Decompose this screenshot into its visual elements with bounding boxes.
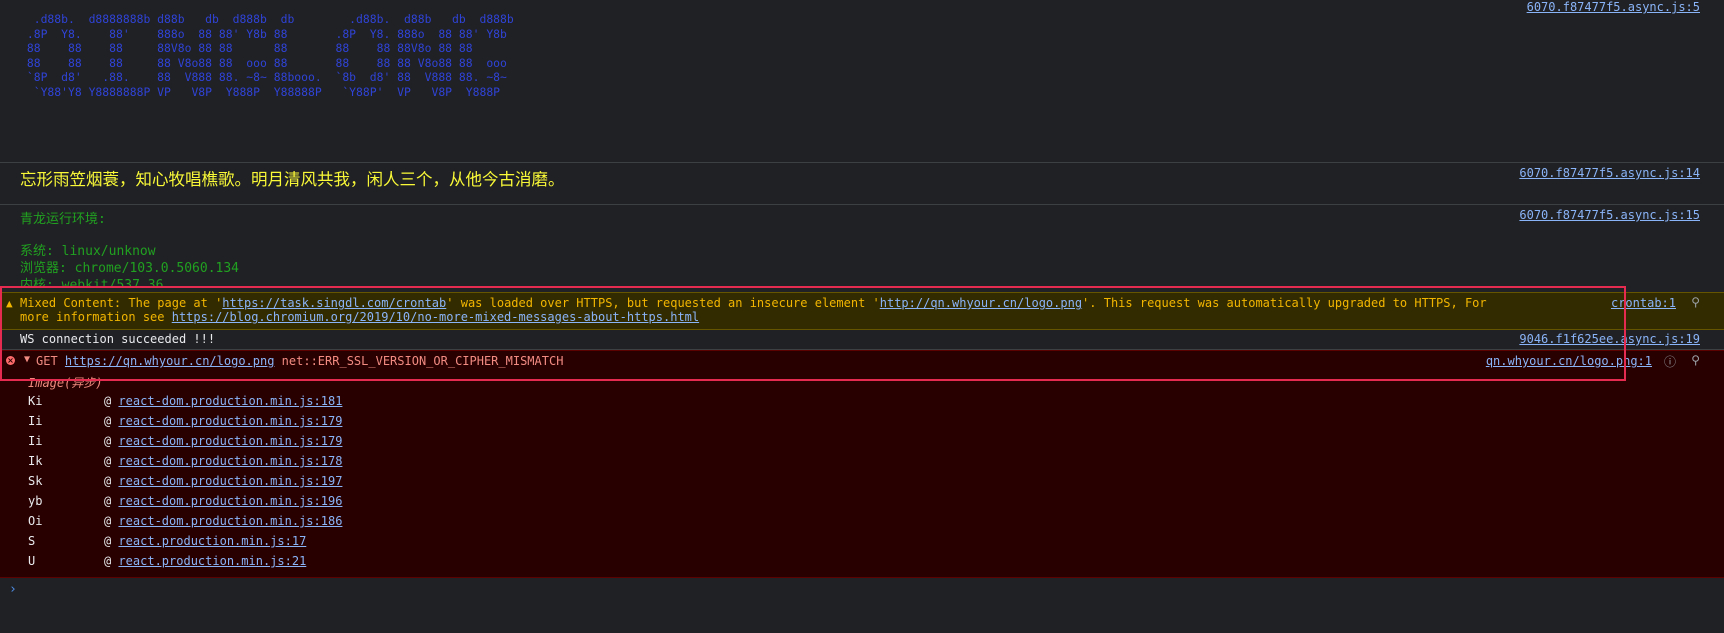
env-kernel: 内核: webkit/537.36 — [20, 278, 164, 287]
divider — [0, 204, 1724, 205]
frame-function: Ii — [28, 414, 43, 428]
frame-location-link[interactable]: react-dom.production.min.js:178 — [118, 454, 342, 468]
source-link[interactable]: 6070.f87477f5.async.js:5 — [1527, 0, 1700, 14]
frame-function: Ii — [28, 434, 43, 448]
frame-at: @ — [104, 494, 119, 508]
env-title: 青龙运行环境: — [20, 212, 106, 227]
stack-frame: Ki @ react-dom.production.min.js:181 — [28, 394, 342, 412]
error-url-link[interactable]: https://qn.whyour.cn/logo.png — [65, 354, 275, 368]
frame-location-link[interactable]: react-dom.production.min.js:181 — [118, 394, 342, 408]
frame-location-link[interactable]: react-dom.production.min.js:179 — [118, 434, 342, 448]
stack-frame: U @ react.production.min.js:21 — [28, 554, 306, 572]
frame-at: @ — [104, 514, 119, 528]
divider — [0, 162, 1724, 163]
frame-location-link[interactable]: react-dom.production.min.js:179 — [118, 414, 342, 428]
frame-at: @ — [104, 554, 119, 568]
info-url-link[interactable]: https://blog.chromium.org/2019/10/no-mor… — [172, 310, 699, 324]
frame-function: Oi — [28, 514, 43, 528]
frame-function: Ik — [28, 454, 43, 468]
source-link[interactable]: 6070.f87477f5.async.js:14 — [1519, 166, 1700, 180]
info-text: WS connection succeeded !!! — [20, 332, 216, 346]
stack-frame: Ii @ react-dom.production.min.js:179 — [28, 434, 342, 452]
network-error-message: × ▼ GET https://qn.whyour.cn/logo.png ne… — [0, 350, 1724, 578]
info-circle-icon[interactable]: ⓘ — [1664, 353, 1676, 370]
console-prompt-icon[interactable]: › — [9, 582, 17, 597]
stack-frame: Sk @ react-dom.production.min.js:197 — [28, 474, 342, 492]
frame-location-link[interactable]: react-dom.production.min.js:186 — [118, 514, 342, 528]
frame-at: @ — [104, 434, 119, 448]
search-icon[interactable]: ⚲ — [1691, 295, 1700, 309]
source-link[interactable]: crontab:1 — [1611, 296, 1676, 310]
error-icon: × — [6, 356, 15, 365]
ws-connection-message: WS connection succeeded !!! 9046.f1f625e… — [0, 329, 1724, 350]
frame-function: yb — [28, 494, 43, 508]
search-icon[interactable]: ⚲ — [1691, 353, 1700, 367]
frame-location-link[interactable]: react-dom.production.min.js:196 — [118, 494, 342, 508]
source-link[interactable]: 9046.f1f625ee.async.js:19 — [1519, 332, 1700, 346]
poem-text: 忘形雨笠烟蓑，知心牧唱樵歌。明月清风共我，闲人三个，从他今古消磨。 — [20, 170, 565, 189]
frame-at: @ — [104, 454, 119, 468]
stack-frame: S @ react.production.min.js:17 — [28, 534, 306, 552]
frame-at: @ — [104, 474, 119, 488]
frame-at: @ — [104, 534, 119, 548]
stack-frame: yb @ react-dom.production.min.js:196 — [28, 494, 342, 512]
stack-frame: Oi @ react-dom.production.min.js:186 — [28, 514, 342, 532]
warning-icon: ▲ — [6, 297, 13, 310]
expand-triangle-icon[interactable]: ▼ — [24, 354, 30, 365]
source-link[interactable]: 6070.f87477f5.async.js:15 — [1519, 208, 1700, 222]
frame-location-link[interactable]: react.production.min.js:21 — [118, 554, 306, 568]
error-line: GET https://qn.whyour.cn/logo.png net::E… — [36, 354, 564, 368]
element-url-link[interactable]: http://qn.whyour.cn/logo.png — [880, 296, 1082, 310]
frame-at: @ — [104, 394, 119, 408]
frame-location-link[interactable]: react.production.min.js:17 — [118, 534, 306, 548]
frame-at: @ — [104, 414, 119, 428]
warning-text: Mixed Content: The page at 'https://task… — [20, 296, 1487, 324]
frame-function: U — [28, 554, 36, 568]
source-link[interactable]: qn.whyour.cn/logo.png:1 — [1486, 354, 1652, 368]
page-url-link[interactable]: https://task.singdl.com/crontab — [222, 296, 446, 310]
frame-location-link[interactable]: react-dom.production.min.js:197 — [118, 474, 342, 488]
frame-function: S — [28, 534, 36, 548]
frame-function: Sk — [28, 474, 43, 488]
stack-frame: Ii @ react-dom.production.min.js:179 — [28, 414, 342, 432]
mixed-content-warning: ▲ Mixed Content: The page at 'https://ta… — [0, 292, 1724, 330]
ascii-art: .d88b. d8888888b d88b db d888b db .d88b.… — [26, 12, 514, 99]
stack-frame: Ik @ react-dom.production.min.js:178 — [28, 454, 342, 472]
frame-function: Ki — [28, 394, 43, 408]
async-label: Image(异步) — [28, 376, 103, 390]
